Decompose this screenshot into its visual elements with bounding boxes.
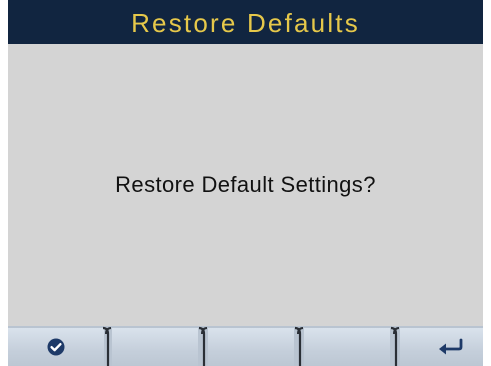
softkey-3[interactable] bbox=[208, 328, 294, 366]
device-screen: Restore Defaults Restore Default Setting… bbox=[8, 0, 483, 366]
checkmark-circle-icon bbox=[46, 337, 66, 357]
softkey-bar bbox=[8, 326, 483, 366]
back-arrow-icon bbox=[437, 338, 465, 356]
dialog-body: Restore Default Settings? bbox=[8, 44, 483, 326]
softkey-4[interactable] bbox=[304, 328, 390, 366]
softkey-2[interactable] bbox=[112, 328, 198, 366]
confirm-softkey[interactable] bbox=[8, 328, 104, 366]
back-softkey[interactable] bbox=[400, 328, 483, 366]
confirmation-prompt: Restore Default Settings? bbox=[115, 172, 376, 197]
page-title: Restore Defaults bbox=[131, 8, 360, 38]
title-bar: Restore Defaults bbox=[8, 0, 483, 44]
